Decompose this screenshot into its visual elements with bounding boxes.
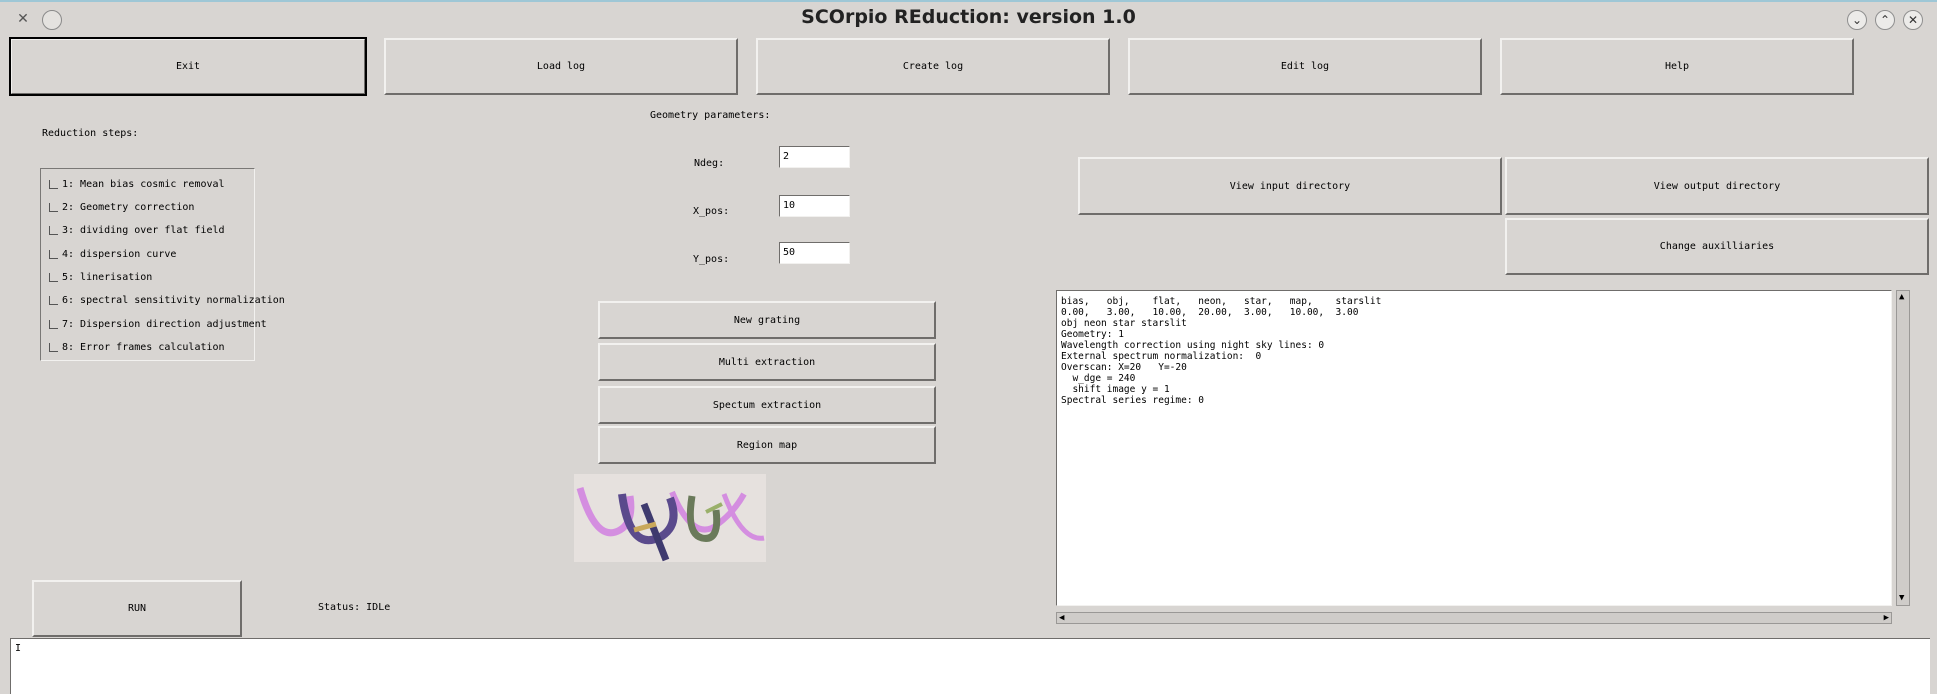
reduction-steps-panel: 1: Mean bias cosmic removal 2: Geometry …: [40, 168, 285, 361]
checkbox-icon: [49, 296, 58, 305]
help-button[interactable]: Help: [1500, 38, 1854, 95]
checkbox-icon: [49, 250, 58, 259]
view-output-directory-button[interactable]: View output directory: [1505, 157, 1929, 215]
maximize-icon[interactable]: ⌃: [1875, 10, 1895, 30]
checkbox-icon: [49, 343, 58, 352]
xpos-label: X_pos:: [693, 206, 730, 217]
scroll-left-icon[interactable]: ◀: [1059, 613, 1064, 623]
status-label: Status: IDLe: [318, 602, 391, 613]
logo-image: [574, 474, 766, 562]
step-label: 4: dispersion curve: [62, 249, 177, 260]
step-checkbox-3[interactable]: 3: dividing over flat field: [49, 225, 225, 236]
step-checkbox-7[interactable]: 7: Dispersion direction adjustment: [49, 319, 267, 330]
step-checkbox-2[interactable]: 2: Geometry correction: [49, 202, 194, 213]
step-checkbox-1[interactable]: 1: Mean bias cosmic removal: [49, 179, 225, 190]
step-label: 3: dividing over flat field: [62, 225, 225, 236]
region-map-button[interactable]: Region map: [598, 426, 936, 464]
scroll-down-icon[interactable]: ▼: [1899, 594, 1904, 603]
log-horizontal-scrollbar[interactable]: ◀ ▶: [1056, 612, 1892, 624]
checkbox-icon: [49, 226, 58, 235]
spectrum-extraction-button[interactable]: Spectum extraction: [598, 386, 936, 424]
run-button[interactable]: RUN: [32, 580, 242, 637]
exit-button[interactable]: Exit: [9, 37, 367, 96]
close-icon[interactable]: ✕: [1903, 10, 1923, 30]
step-label: 6: spectral sensitivity normalization: [62, 295, 285, 306]
step-checkbox-8[interactable]: 8: Error frames calculation: [49, 342, 225, 353]
multi-extraction-button[interactable]: Multi extraction: [598, 343, 936, 381]
step-label: 2: Geometry correction: [62, 202, 195, 213]
scroll-right-icon[interactable]: ▶: [1884, 613, 1889, 623]
geometry-parameters-label: Geometry parameters:: [650, 110, 771, 121]
ndeg-input[interactable]: 2: [779, 146, 850, 168]
reduction-steps-label: Reduction steps:: [42, 128, 139, 139]
create-log-button[interactable]: Create log: [756, 38, 1110, 95]
xpos-input[interactable]: 10: [779, 195, 850, 217]
edit-log-button[interactable]: Edit log: [1128, 38, 1482, 95]
step-checkbox-4[interactable]: 4: dispersion curve: [49, 249, 176, 260]
step-label: 5: linerisation: [62, 272, 153, 283]
step-checkbox-5[interactable]: 5: linerisation: [49, 272, 152, 283]
ypos-label: Y_pos:: [693, 254, 730, 265]
log-text-area[interactable]: bias, obj, flat, neon, star, map, starsl…: [1056, 290, 1892, 606]
checkbox-icon: [49, 203, 58, 212]
ypos-input[interactable]: 50: [779, 242, 850, 264]
step-label: 1: Mean bias cosmic removal: [62, 179, 225, 190]
minimize-icon[interactable]: ⌄: [1847, 10, 1867, 30]
change-auxiliaries-button[interactable]: Change auxilliaries: [1505, 218, 1929, 275]
ndeg-label: Ndeg:: [694, 158, 725, 169]
new-grating-button[interactable]: New grating: [598, 301, 936, 339]
step-label: 7: Dispersion direction adjustment: [62, 319, 267, 330]
step-label: 8: Error frames calculation: [62, 342, 225, 353]
scroll-up-icon[interactable]: ▲: [1899, 293, 1904, 302]
checkbox-icon: [49, 320, 58, 329]
console-output[interactable]: I: [10, 638, 1930, 694]
load-log-button[interactable]: Load log: [384, 38, 738, 95]
view-input-directory-button[interactable]: View input directory: [1078, 157, 1502, 215]
step-checkbox-6[interactable]: 6: spectral sensitivity normalization: [49, 295, 285, 306]
log-vertical-scrollbar[interactable]: ▲ ▼: [1896, 290, 1910, 606]
window-title: SCOrpio REduction: version 1.0: [801, 6, 1136, 28]
checkbox-icon: [49, 180, 58, 189]
checkbox-icon: [49, 273, 58, 282]
